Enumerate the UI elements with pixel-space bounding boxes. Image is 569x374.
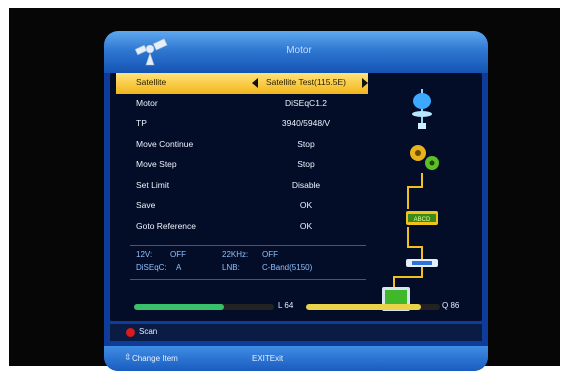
lnb-value: C-Band(5150) [262, 263, 313, 272]
menu-item-move-step[interactable]: Move Step Stop [116, 155, 368, 176]
change-item-hint: Change Item [132, 354, 178, 363]
exit-hint[interactable]: EXITExit [252, 354, 283, 363]
divider [130, 245, 366, 246]
divider [130, 279, 366, 280]
menu-item-value: OK [299, 200, 313, 210]
diseqc-label: DiSEqC: [136, 263, 167, 272]
menu-item-label: Save [136, 200, 156, 210]
footer-bar: ⇳ Change Item EXITExit [104, 346, 488, 371]
updown-arrow-icon: ⇳ [124, 352, 132, 362]
menu-item-set-limit[interactable]: Set Limit Disable [116, 176, 368, 197]
diseqc-value: A [176, 263, 182, 272]
dish-icon [412, 89, 432, 129]
menu-item-value: Disable [291, 179, 321, 190]
tv-screen: Motor Satellite Satellite Test(115.5E) M… [9, 8, 560, 371]
page-title: Motor [286, 45, 312, 56]
signal-quality-label: Q 86 [442, 301, 460, 310]
menu-item-tp[interactable]: TP 3940/5948/V [116, 114, 368, 135]
menu-item-label: Set Limit [136, 179, 170, 190]
switch-text: ABCD [414, 217, 431, 223]
scan-button[interactable]: Scan [126, 327, 186, 339]
menu-item-goto-reference[interactable]: Goto Reference OK [116, 217, 368, 238]
menu-item-label: Goto Reference [136, 220, 197, 231]
12v-label: 12V: [136, 250, 153, 259]
menu-item-value: Stop [297, 159, 315, 169]
22khz-label: 22KHz: [222, 250, 249, 259]
settings-list: Satellite Satellite Test(115.5E) Motor D… [116, 73, 368, 237]
menu-item-value: Stop [297, 138, 315, 149]
menu-item-label: Motor [136, 97, 158, 108]
signal-level-label: L 64 [278, 301, 294, 310]
arrow-right-icon[interactable] [362, 78, 368, 88]
menu-item-move-continue[interactable]: Move Continue Stop [116, 135, 368, 156]
menu-item-value: DiSEqC1.2 [284, 97, 328, 108]
menu-item-value: 3940/5948/V [281, 118, 331, 128]
menu-item-save[interactable]: Save OK [116, 196, 368, 217]
menu-item-label: TP [136, 118, 147, 128]
scan-label: Scan [139, 327, 158, 336]
menu-item-value: Satellite Test(115.5E) [266, 77, 347, 87]
motor-menu-panel: Motor Satellite Satellite Test(115.5E) M… [104, 31, 488, 371]
signal-bars: L 64 Q 86 [104, 299, 488, 315]
menu-item-value: OK [299, 220, 313, 231]
12v-value: OFF [170, 250, 186, 259]
signal-level-fill [134, 304, 224, 310]
motor-gear-icon [410, 145, 439, 170]
signal-quality-bar [306, 304, 440, 310]
lnb-label: LNB: [222, 263, 240, 272]
menu-item-motor[interactable]: Motor DiSEqC1.2 [116, 94, 368, 115]
menu-item-label: Move Continue [136, 138, 194, 149]
22khz-value: OFF [262, 250, 278, 259]
menu-item-satellite[interactable]: Satellite Satellite Test(115.5E) [116, 73, 368, 94]
menu-item-label: Move Step [136, 159, 177, 169]
signal-level-bar [134, 304, 274, 310]
scan-bar: Scan [110, 324, 482, 341]
content-area: Satellite Satellite Test(115.5E) Motor D… [110, 73, 482, 321]
title-bar: Motor [104, 31, 488, 73]
diseqc-switch-icon: ABCD [406, 211, 438, 225]
receiver-icon [406, 259, 438, 267]
satellite-icon [134, 38, 168, 66]
menu-item-label: Satellite [136, 77, 167, 87]
red-dot-icon [126, 328, 135, 337]
arrow-left-icon[interactable] [252, 78, 258, 88]
signal-quality-fill [306, 304, 422, 310]
dish-diagram: ABCD [382, 89, 439, 311]
